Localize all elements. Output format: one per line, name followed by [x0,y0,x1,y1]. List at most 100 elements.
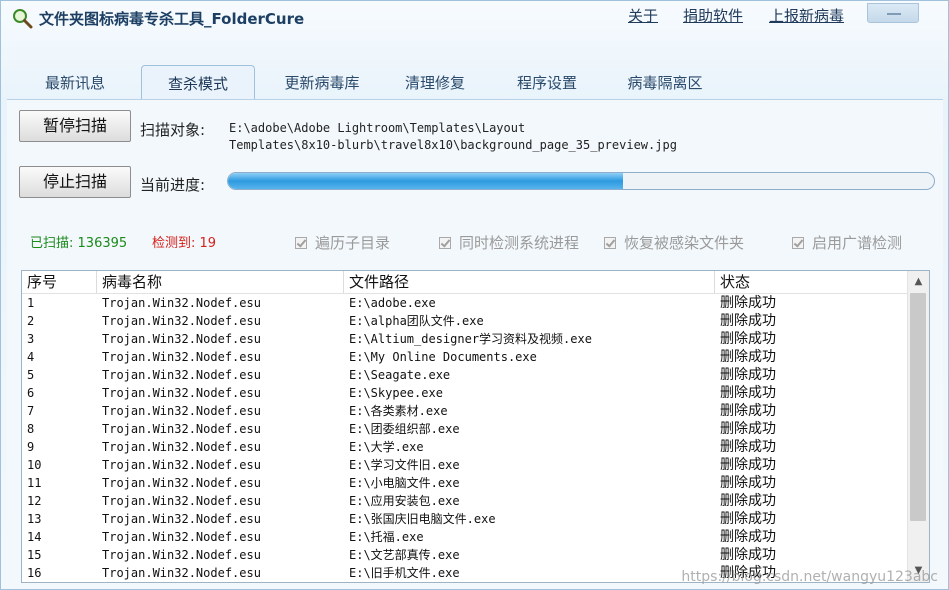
column-header-index[interactable]: 序号 [22,271,97,293]
list-header: 序号 病毒名称 文件路径 状态 [22,271,908,294]
vertical-scrollbar[interactable]: ▲ ▼ [907,271,929,582]
cell-virus-name: Trojan.Win32.Nodef.esu [102,458,261,472]
table-row[interactable]: 2 Trojan.Win32.Nodef.esu E:\alpha团队文件.exe 删… [22,312,908,330]
cell-status: 删除成功 [720,385,776,401]
tab-quarantine[interactable]: 病毒隔离区 [609,65,721,99]
tab-latest-news[interactable]: 最新讯息 [19,65,131,99]
tab-cleanup-repair[interactable]: 清理修复 [379,65,491,99]
cell-index: 9 [27,440,35,454]
cell-status: 删除成功 [720,547,776,563]
option-check-processes[interactable]: 同时检测系统进程 [439,232,579,253]
cell-file-path: E:\Skypee.exe [349,386,443,400]
cell-index: 6 [27,386,35,400]
cell-virus-name: Trojan.Win32.Nodef.esu [102,332,261,346]
column-header-virus-name[interactable]: 病毒名称 [97,271,344,293]
scan-progress-bar [227,172,935,190]
cell-virus-name: Trojan.Win32.Nodef.esu [102,566,261,580]
cell-index: 12 [27,494,42,508]
option-label: 遍历子目录 [315,234,391,252]
cell-virus-name: Trojan.Win32.Nodef.esu [102,296,261,310]
scanned-count: 已扫描: 136395 [30,232,127,251]
cell-index: 13 [27,512,42,526]
option-traverse-subdirs[interactable]: 遍历子目录 [295,232,390,253]
option-label: 启用广谱检测 [812,234,903,252]
cell-status: 删除成功 [720,457,776,473]
checkbox-icon[interactable] [439,237,451,249]
option-label: 恢复被感染文件夹 [624,234,745,252]
chevron-up-icon[interactable]: ▲ [908,273,929,291]
cell-virus-name: Trojan.Win32.Nodef.esu [102,476,261,490]
table-row[interactable]: 10 Trojan.Win32.Nodef.esu E:\学习文件旧.exe 删除成功 [22,456,908,474]
cell-file-path: E:\应用安装包.exe [349,494,460,508]
checkbox-icon[interactable] [792,237,804,249]
cell-status: 删除成功 [720,349,776,365]
cell-index: 3 [27,332,35,346]
cell-status: 删除成功 [720,295,776,311]
table-row[interactable]: 1 Trojan.Win32.Nodef.esu E:\adobe.exe 删除成功 [22,294,908,312]
cell-file-path: E:\团委组织部.exe [349,422,460,436]
detection-list[interactable]: 序号 病毒名称 文件路径 状态 1 Trojan.Win32.Nodef.esu E… [21,270,930,583]
detected-count: 检测到: 19 [152,232,216,251]
cell-index: 11 [27,476,42,490]
cell-index: 1 [27,296,35,310]
cell-status: 删除成功 [720,475,776,491]
cell-file-path: E:\托福.exe [349,530,424,544]
stop-scan-button[interactable]: 停止扫描 [19,166,131,198]
cell-virus-name: Trojan.Win32.Nodef.esu [102,548,261,562]
scanned-label: 已扫描: [30,236,74,251]
column-header-status[interactable]: 状态 [715,271,908,293]
table-row[interactable]: 13 Trojan.Win32.Nodef.esu E:\张国庆旧电脑文件.exe 删… [22,510,908,528]
option-broad-spectrum[interactable]: 启用广谱检测 [792,232,902,253]
checkbox-icon[interactable] [295,237,307,249]
cell-index: 2 [27,314,35,328]
cell-status: 删除成功 [720,367,776,383]
tab-update-database[interactable]: 更新病毒库 [265,65,379,99]
cell-status: 删除成功 [720,511,776,527]
table-row[interactable]: 6 Trojan.Win32.Nodef.esu E:\Skypee.exe 删除成功 [22,384,908,402]
detected-value: 19 [199,236,217,251]
about-link[interactable]: 关于 [628,5,658,26]
report-virus-link[interactable]: 上报新病毒 [769,5,844,26]
magnifier-icon [11,7,33,29]
table-row[interactable]: 8 Trojan.Win32.Nodef.esu E:\团委组织部.exe 删除成功 [22,420,908,438]
cell-status: 删除成功 [720,421,776,437]
tab-settings[interactable]: 程序设置 [491,65,603,99]
scan-progress-fill [228,173,624,189]
progress-label: 当前进度: [140,176,206,194]
table-row[interactable]: 5 Trojan.Win32.Nodef.esu E:\Seagate.exe 删除成… [22,366,908,384]
detected-label: 检测到: [152,236,196,251]
scrollbar-thumb[interactable] [910,293,926,521]
table-row[interactable]: 15 Trojan.Win32.Nodef.esu E:\文艺部真传.exe 删除成功 [22,546,908,564]
column-header-file-path[interactable]: 文件路径 [344,271,715,293]
cell-file-path: E:\Altium_designer学习资料及视频.exe [349,332,592,346]
table-row[interactable]: 12 Trojan.Win32.Nodef.esu E:\应用安装包.exe 删除成功 [22,492,908,510]
title-bar: 文件夹图标病毒专杀工具_FolderCure 关于 捐助软件 上报新病毒 [1,1,949,35]
cell-status: 删除成功 [720,313,776,329]
option-restore-folders[interactable]: 恢复被感染文件夹 [604,232,744,253]
cell-virus-name: Trojan.Win32.Nodef.esu [102,422,261,436]
cell-virus-name: Trojan.Win32.Nodef.esu [102,314,261,328]
cell-virus-name: Trojan.Win32.Nodef.esu [102,494,261,508]
table-row[interactable]: 14 Trojan.Win32.Nodef.esu E:\托福.exe 删除成功 [22,528,908,546]
cell-index: 15 [27,548,42,562]
cell-file-path: E:\alpha团队文件.exe [349,314,484,328]
table-row[interactable]: 11 Trojan.Win32.Nodef.esu E:\小电脑文件.exe 删除成功 [22,474,908,492]
cell-index: 14 [27,530,42,544]
minimize-icon [887,13,901,15]
cell-virus-name: Trojan.Win32.Nodef.esu [102,386,261,400]
table-row[interactable]: 3 Trojan.Win32.Nodef.esu E:\Altium_designe… [22,330,908,348]
pause-scan-button[interactable]: 暂停扫描 [19,110,131,142]
checkbox-icon[interactable] [604,237,616,249]
tab-bar: 最新讯息 查杀模式 更新病毒库 清理修复 程序设置 病毒隔离区 [19,65,939,99]
scan-target-label: 扫描对象: [140,121,206,139]
donate-link[interactable]: 捐助软件 [683,5,743,26]
cell-file-path: E:\Seagate.exe [349,368,451,382]
table-row[interactable]: 7 Trojan.Win32.Nodef.esu E:\各类素材.exe 删除成功 [22,402,908,420]
table-row[interactable]: 4 Trojan.Win32.Nodef.esu E:\My Online Docu… [22,348,908,366]
table-row[interactable]: 9 Trojan.Win32.Nodef.esu E:\大学.exe 删除成功 [22,438,908,456]
tab-scan-mode[interactable]: 查杀模式 [141,65,255,99]
cell-index: 5 [27,368,35,382]
cell-status: 删除成功 [720,439,776,455]
minimize-button[interactable] [867,3,919,23]
app-window: 文件夹图标病毒专杀工具_FolderCure 关于 捐助软件 上报新病毒 最新讯… [0,0,949,590]
